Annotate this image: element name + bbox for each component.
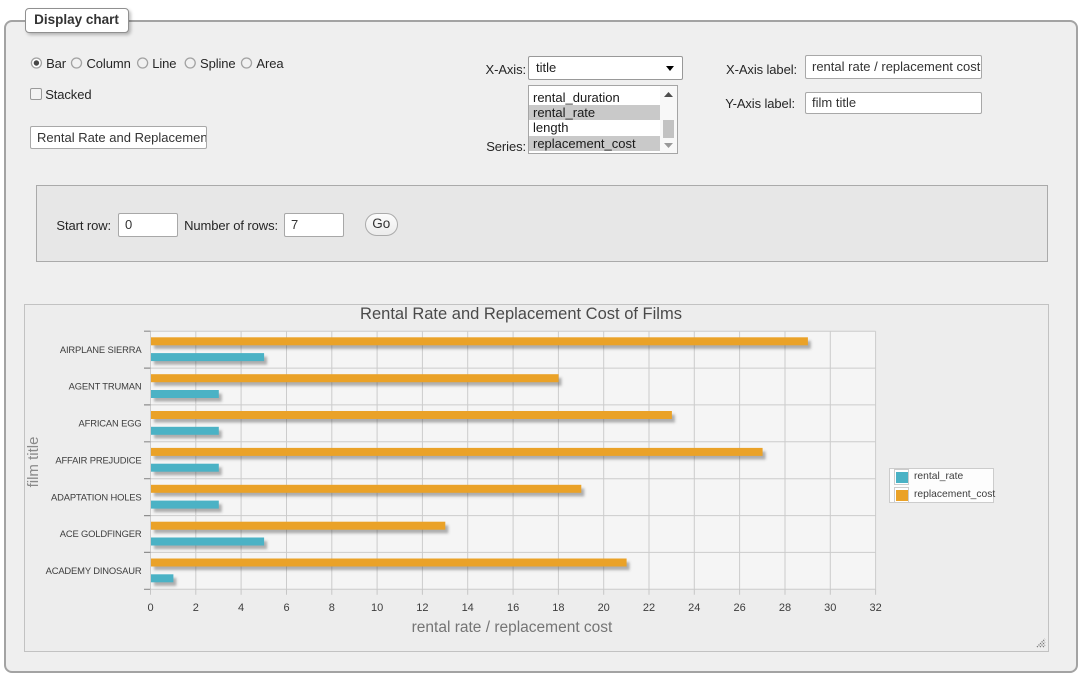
svg-text:AGENT TRUMAN: AGENT TRUMAN [69,381,142,392]
svg-text:22: 22 [643,602,655,614]
svg-text:14: 14 [462,602,474,614]
svg-text:4: 4 [238,602,244,614]
svg-text:12: 12 [416,602,428,614]
svg-text:8: 8 [329,602,335,614]
svg-text:26: 26 [733,602,745,614]
svg-text:AIRPLANE SIERRA: AIRPLANE SIERRA [60,344,143,355]
svg-text:16: 16 [507,602,519,614]
svg-text:2: 2 [193,602,199,614]
svg-text:18: 18 [552,602,564,614]
svg-text:10: 10 [371,602,383,614]
svg-text:ACE GOLDFINGER: ACE GOLDFINGER [60,528,142,539]
svg-text:ACADEMY DINOSAUR: ACADEMY DINOSAUR [46,565,142,576]
svg-text:28: 28 [779,602,791,614]
svg-text:32: 32 [869,602,881,614]
svg-text:20: 20 [598,602,610,614]
svg-text:30: 30 [824,602,836,614]
svg-text:24: 24 [688,602,700,614]
svg-text:AFFAIR PREJUDICE: AFFAIR PREJUDICE [55,454,141,465]
svg-text:ADAPTATION HOLES: ADAPTATION HOLES [51,491,142,502]
svg-text:6: 6 [283,602,289,614]
svg-text:AFRICAN EGG: AFRICAN EGG [79,418,142,429]
svg-text:0: 0 [147,602,153,614]
